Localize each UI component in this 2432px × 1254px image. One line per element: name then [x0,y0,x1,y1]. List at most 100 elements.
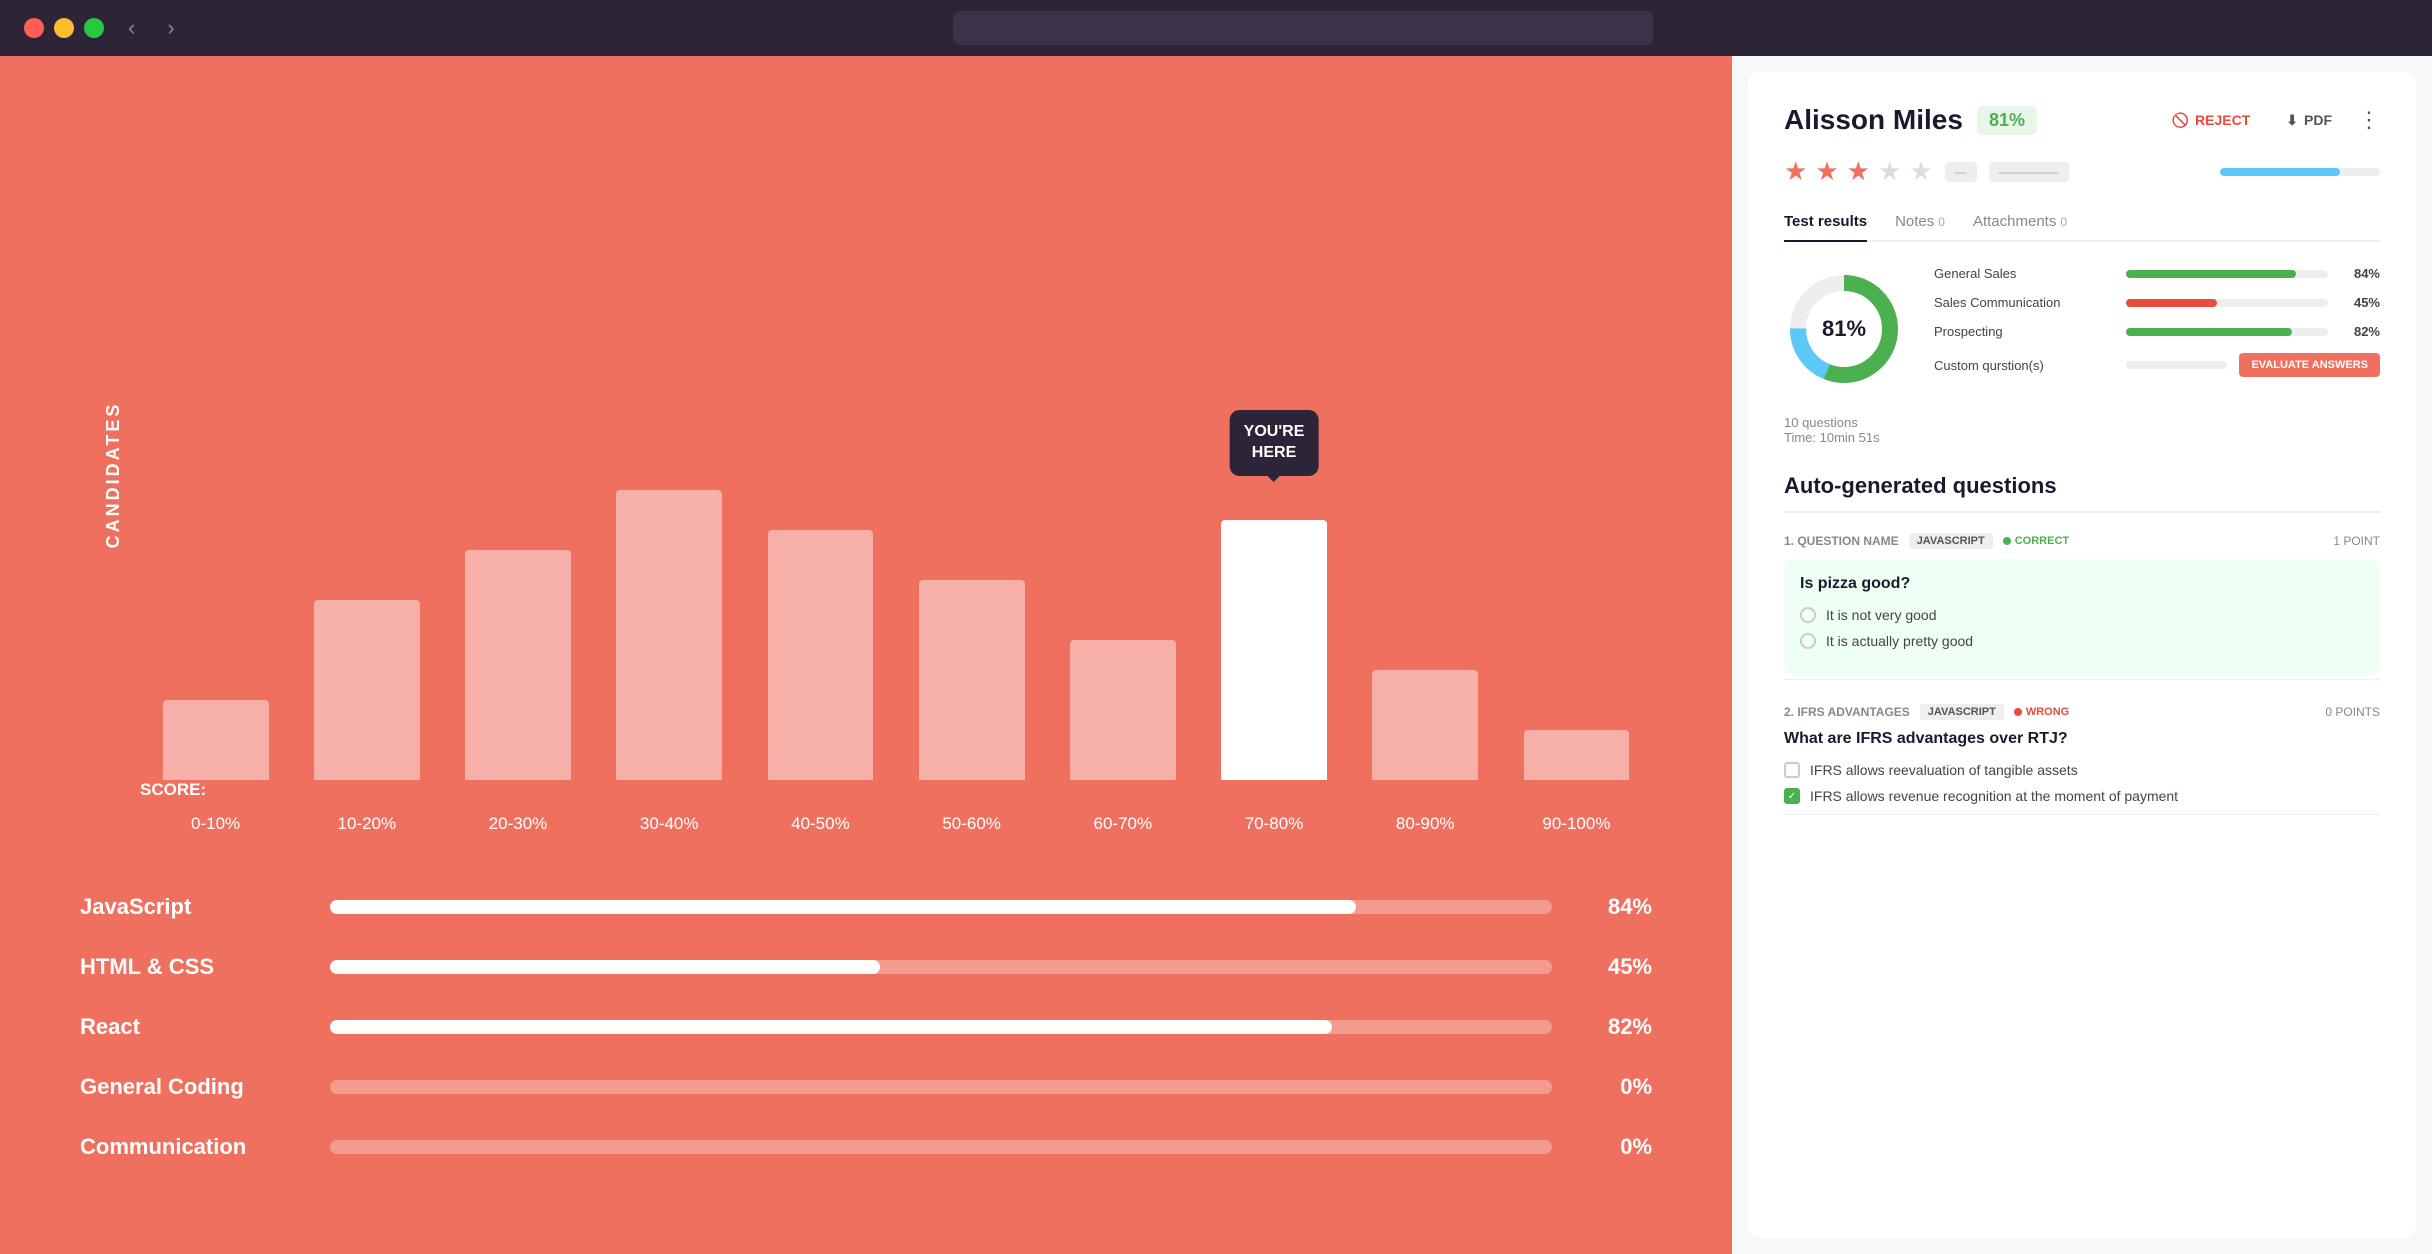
test-questions: 10 questions [1784,415,2380,430]
question-meta-0: 1. QUESTION NAMEJAVASCRIPTCORRECT1 POINT [1784,533,2380,549]
answer-0-1[interactable]: It is actually pretty good [1800,633,2364,649]
forward-button[interactable]: › [159,11,182,45]
skill-row-4: Communication0% [80,1134,1652,1160]
bar-col-9 [1501,730,1652,780]
question-divider-0 [1784,679,2380,680]
tab-1[interactable]: Notes0 [1895,203,1945,242]
donut-chart: 81% [1784,269,1904,389]
test-time: Time: 10min 51s [1784,430,2380,445]
back-button[interactable]: ‹ [120,11,143,45]
star-2[interactable]: ★ [1847,156,1870,187]
reject-label: REJECT [2195,112,2250,128]
checkbox-1[interactable]: ✓ [1784,788,1800,804]
metric-bar-bg-3 [2126,361,2227,369]
skill-bar-bg-2 [330,1020,1552,1034]
bar-col-5 [896,580,1047,780]
bar-col-1 [291,600,442,780]
metric-bar-fill-1 [2126,299,2217,307]
x-label-2: 20-30% [442,814,593,834]
download-icon: ⬇ [2286,112,2298,129]
x-label-3: 30-40% [594,814,745,834]
test-info: 10 questions Time: 10min 51s [1784,415,2380,445]
skill-row-3: General Coding0% [80,1074,1652,1100]
question-points-1: 0 POINTS [2325,705,2380,719]
metric-row-2: Prospecting82% [1934,324,2380,339]
top-progress-fill [2220,168,2340,176]
tab-2[interactable]: Attachments0 [1973,203,2067,242]
skill-bar-bg-0 [330,900,1552,914]
pdf-label: PDF [2304,112,2332,128]
question-item-0: 1. QUESTION NAMEJAVASCRIPTCORRECT1 POINT… [1784,533,2380,680]
skill-pct-1: 45% [1582,954,1652,980]
bar-6 [1070,640,1176,780]
metric-row-0: General Sales84% [1934,266,2380,281]
question-divider-1 [1784,814,2380,815]
skill-pct-2: 82% [1582,1014,1652,1040]
skill-bar-bg-4 [330,1140,1552,1154]
metric-name-3: Custom qurstion(s) [1934,358,2114,373]
question-tag-0: JAVASCRIPT [1909,533,1993,549]
address-bar[interactable] [953,11,1653,45]
reject-button[interactable]: 🚫 REJECT [2162,106,2261,135]
bar-2 [465,550,571,780]
x-label-4: 40-50% [745,814,896,834]
skill-name-4: Communication [80,1134,300,1160]
question-status-0: CORRECT [2003,535,2069,547]
checkbox-0[interactable] [1784,762,1800,778]
bar-5 [919,580,1025,780]
skill-name-1: HTML & CSS [80,954,300,980]
pdf-button[interactable]: ⬇ PDF [2276,106,2342,135]
skill-row-0: JavaScript 84% [80,894,1652,920]
main-content: CANDIDATES YOU'REHERE SCORE: 0-10%10-20%… [0,56,2432,1254]
skill-pct-0: 84% [1582,894,1652,920]
bar-col-0 [140,700,291,780]
bar-col-6 [1047,640,1198,780]
question-text-0: Is pizza good? [1800,575,2364,593]
right-panel: Alisson Miles 81% 🚫 REJECT ⬇ PDF ⋮ [1732,56,2432,1254]
donut-center-label: 81% [1822,316,1866,342]
answer-0-0[interactable]: It is not very good [1800,607,2364,623]
metric-pct-1: 45% [2340,295,2380,310]
skill-bar-bg-1 [330,960,1552,974]
more-button[interactable]: ⋮ [2358,107,2380,133]
answer-1-1[interactable]: ✓IFRS allows revenue recognition at the … [1784,788,2380,804]
top-progress: ★★★★★ — ————— [1784,156,2380,187]
x-label-9: 90-100% [1501,814,1652,834]
question-text-1: What are IFRS advantages over RTJ? [1784,730,2380,748]
star-3[interactable]: ★ [1878,156,1901,187]
stars-row: ★ ★ ★ ★ ★ [1784,156,1933,187]
auto-generated-section: Auto-generated questions 1. QUESTION NAM… [1784,473,2380,815]
metric-bar-bg-0 [2126,270,2328,278]
star-0[interactable]: ★ [1784,156,1807,187]
answer-text-0-0: It is not very good [1826,607,1937,623]
score-label: SCORE: [80,780,1652,800]
star-1[interactable]: ★ [1815,156,1838,187]
metric-bar-bg-1 [2126,299,2328,307]
bar-8 [1372,670,1478,780]
skill-row-1: HTML & CSS 45% [80,954,1652,980]
browser-chrome: ‹ › [0,0,2432,56]
bar-9 [1524,730,1630,780]
header-actions: 🚫 REJECT ⬇ PDF ⋮ [2162,106,2380,135]
close-button[interactable] [24,18,44,38]
radio-circle [1800,633,1816,649]
x-label-5: 50-60% [896,814,1047,834]
skill-bar-fill-2 [330,1020,1332,1034]
x-label-8: 80-90% [1350,814,1501,834]
bar-1 [314,600,420,780]
answer-1-0[interactable]: IFRS allows reevaluation of tangible ass… [1784,762,2380,778]
tab-badge-1: 0 [1938,215,1945,229]
metric-bar-fill-2 [2126,328,2292,336]
minimize-button[interactable] [54,18,74,38]
bar-col-7: YOU'REHERE [1198,520,1349,780]
metric-row-1: Sales Communication45% [1934,295,2380,310]
tag-pill-1: — [1945,162,1977,182]
tabs-row: Test results Notes0 Attachments0 [1784,203,2380,242]
bar-col-3 [594,490,745,780]
evaluate-button[interactable]: EVALUATE ANSWERS [2239,353,2380,377]
maximize-button[interactable] [84,18,104,38]
skill-name-0: JavaScript [80,894,300,920]
tab-0[interactable]: Test results [1784,203,1867,242]
question-num-0: 1. QUESTION NAME [1784,534,1899,548]
star-4[interactable]: ★ [1909,156,1932,187]
